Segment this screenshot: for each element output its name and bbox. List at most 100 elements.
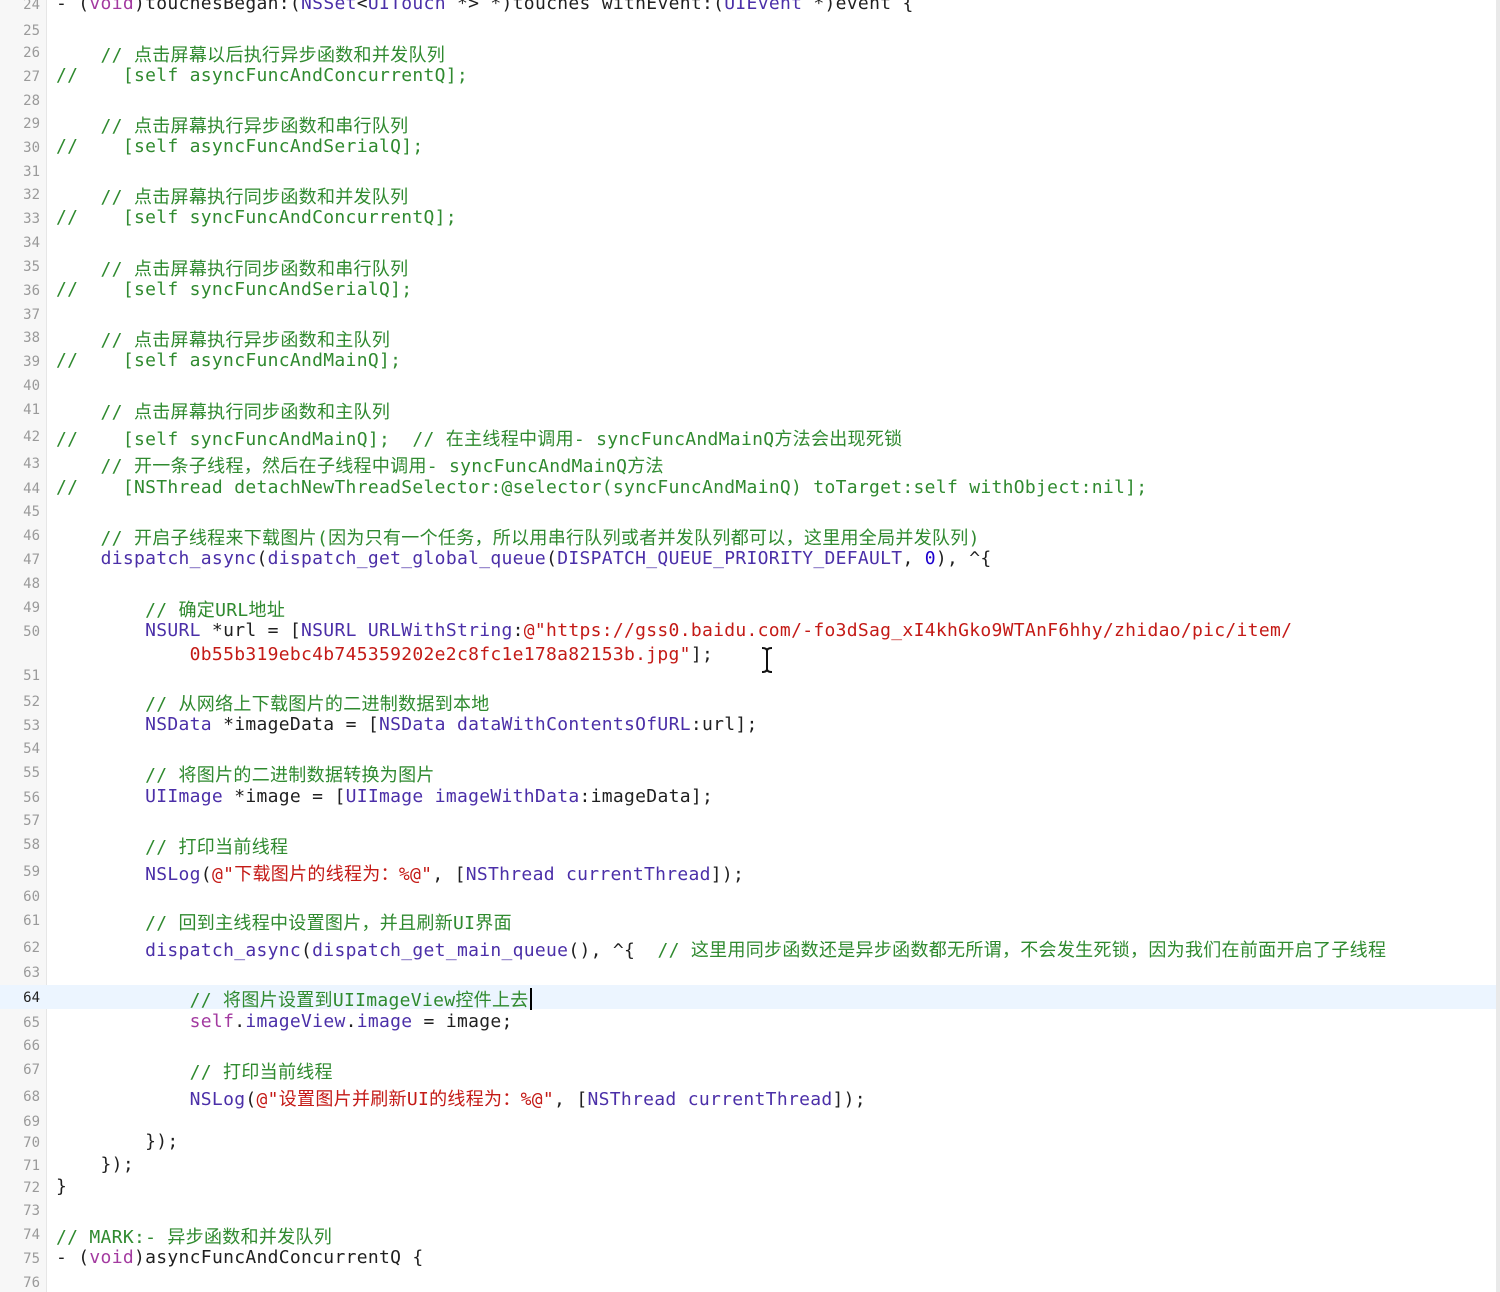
code-line[interactable]: 61 // 回到主线程中设置图片，并且刷新UI界面 [0, 908, 1496, 935]
code-text[interactable]: NSURL *url = [NSURL URLWithString:@"http… [56, 620, 1292, 641]
code-line[interactable]: 28 [0, 88, 1496, 112]
code-line[interactable]: 68 NSLog(@"设置图片并刷新UI的线程为：%@", [NSThread … [0, 1084, 1496, 1111]
code-line[interactable]: 30 // [self asyncFuncAndSerialQ]; [0, 135, 1496, 159]
code-token: )asyncFuncAndConcurrentQ { [133, 1247, 424, 1268]
line-number: 24 [23, 0, 40, 13]
code-text[interactable]: // 点击屏幕执行同步函数和主队列 [56, 398, 390, 424]
code-line[interactable]: 60 [0, 884, 1496, 908]
code-line[interactable]: 32 // 点击屏幕执行同步函数和并发队列 [0, 182, 1496, 208]
code-text[interactable]: self.imageView.image = image; [56, 1011, 513, 1032]
code-text[interactable]: // [self syncFuncAndMainQ]; // 在主线程中调用- … [56, 425, 902, 451]
code-line[interactable]: 36 // [self syncFuncAndSerialQ]; [0, 278, 1496, 302]
code-text[interactable]: } [56, 1176, 67, 1197]
code-token: *> *)touches withEvent:( [445, 0, 725, 14]
code-line[interactable]: 53 NSData *imageData = [NSData dataWithC… [0, 713, 1496, 737]
code-text[interactable]: // [self syncFuncAndSerialQ]; [56, 279, 412, 300]
code-line[interactable]: 24 - (void)touchesBegan:(NSSet<UITouch *>… [0, 0, 1496, 16]
line-number: 30 [23, 140, 40, 156]
code-token: imageView [245, 1011, 346, 1032]
code-line[interactable]: 44 // [NSThread detachNewThreadSelector:@… [0, 476, 1496, 500]
code-text[interactable]: NSLog(@"下载图片的线程为：%@", [NSThread currentT… [56, 860, 744, 886]
code-line[interactable]: 42 // [self syncFuncAndMainQ]; // 在主线程中调用… [0, 424, 1496, 451]
code-line[interactable]: 48 [0, 571, 1496, 595]
code-text[interactable]: - (void)touchesBegan:(NSSet<UITouch *> *… [56, 0, 914, 14]
code-text[interactable]: // [NSThread detachNewThreadSelector:@se… [56, 477, 1147, 498]
code-text[interactable]: NSData *imageData = [NSData dataWithCont… [56, 714, 758, 735]
code-line[interactable]: 27 // [self asyncFuncAndConcurrentQ]; [0, 64, 1496, 88]
line-number: 68 [23, 1089, 40, 1105]
code-text[interactable]: // [self asyncFuncAndSerialQ]; [56, 136, 424, 157]
code-line[interactable]: 51 [0, 663, 1496, 687]
code-text[interactable]: NSLog(@"设置图片并刷新UI的线程为：%@", [NSThread cur… [56, 1085, 866, 1111]
code-token: NSThread [465, 864, 555, 885]
code-line[interactable]: 58 // 打印当前线程 [0, 832, 1496, 859]
code-line[interactable]: 26 // 点击屏幕以后执行异步函数和并发队列 [0, 40, 1496, 66]
code-text[interactable]: - (void)asyncFuncAndConcurrentQ { [56, 1247, 424, 1268]
code-text[interactable]: dispatch_async(dispatch_get_main_queue()… [56, 936, 1386, 962]
code-token: dispatch_async [100, 548, 257, 569]
code-token: }); [56, 1131, 179, 1152]
code-line[interactable]: 33 // [self syncFuncAndConcurrentQ]; [0, 206, 1496, 230]
code-token: currentThread [687, 1089, 833, 1110]
code-text[interactable]: // [self syncFuncAndConcurrentQ]; [56, 207, 457, 228]
code-line[interactable]: 64 // 将图片设置到UIImageView控件上去 [0, 985, 1496, 1012]
code-line[interactable]: 76 [0, 1270, 1496, 1292]
code-line[interactable]: 39 // [self asyncFuncAndMainQ]; [0, 349, 1496, 373]
code-line[interactable]: 50 NSURL *url = [NSURL URLWithString:@"h… [0, 619, 1496, 643]
code-line[interactable]: 57 [0, 808, 1496, 832]
code-text[interactable]: dispatch_async(dispatch_get_global_queue… [56, 548, 992, 569]
code-line[interactable]: 55 // 将图片的二进制数据转换为图片 [0, 760, 1496, 787]
code-line[interactable]: 66 [0, 1033, 1496, 1057]
code-line[interactable]: 67 // 打印当前线程 [0, 1057, 1496, 1084]
code-token: // [self syncFuncAndSerialQ]; [56, 279, 413, 300]
code-line[interactable]: 73 [0, 1198, 1496, 1222]
code-line[interactable]: 31 [0, 159, 1496, 183]
code-line[interactable]: 65 self.imageView.image = image; [0, 1010, 1496, 1034]
code-text[interactable]: // 打印当前线程 [56, 1058, 333, 1084]
code-text[interactable]: 0b55b319ebc4b745359202e2c8fc1e178a82153b… [56, 644, 713, 665]
code-line[interactable]: 46 // 开启子线程来下载图片(因为只有一个任务，所以用串行队列或者并发队列都… [0, 523, 1496, 549]
code-line[interactable]: 54 [0, 736, 1496, 760]
code-text[interactable]: // 将图片的二进制数据转换为图片 [56, 761, 435, 787]
code-line[interactable]: 59 NSLog(@"下载图片的线程为：%@", [NSThread curre… [0, 859, 1496, 886]
code-text[interactable]: // 回到主线程中设置图片，并且刷新UI界面 [56, 909, 512, 935]
code-text[interactable]: // 开一条子线程，然后在子线程中调用- syncFuncAndMainQ方法 [56, 452, 664, 478]
code-line[interactable]: 37 [0, 302, 1496, 326]
code-line[interactable]: 52 // 从网络上下载图片的二进制数据到本地 [0, 689, 1496, 715]
code-line[interactable]: 38 // 点击屏幕执行异步函数和主队列 [0, 325, 1496, 351]
code-text[interactable]: }); [56, 1131, 179, 1152]
code-editor[interactable]: 24 - (void)touchesBegan:(NSSet<UITouch *>… [0, 0, 1500, 1292]
code-line[interactable]: 29 // 点击屏幕执行异步函数和串行队列 [0, 111, 1496, 137]
code-line[interactable]: 71 }); [0, 1153, 1496, 1177]
code-line[interactable]: 62 dispatch_async(dispatch_get_main_queu… [0, 935, 1496, 962]
code-text[interactable]: // [self asyncFuncAndConcurrentQ]; [56, 65, 468, 86]
code-line[interactable]: 70 }); [0, 1130, 1496, 1154]
code-token: . [345, 1011, 357, 1032]
code-line[interactable]: 63 [0, 960, 1496, 984]
code-line[interactable]: 45 [0, 499, 1496, 523]
code-line[interactable]: 25 [0, 18, 1496, 42]
code-token: 0b55b319ebc4b745359202e2c8fc1e178a82153b… [189, 644, 691, 665]
line-number: 33 [23, 211, 40, 227]
code-line[interactable]: 56 UIImage *image = [UIImage imageWithDa… [0, 785, 1496, 809]
code-line[interactable]: 72} [0, 1175, 1496, 1199]
code-line[interactable]: 43 // 开一条子线程，然后在子线程中调用- syncFuncAndMainQ… [0, 451, 1496, 478]
code-text[interactable]: UIImage *image = [UIImage imageWithData:… [56, 786, 713, 807]
code-line[interactable]: 34 [0, 230, 1496, 254]
code-line[interactable]: 49 // 确定URL地址 [0, 595, 1496, 621]
code-line[interactable]: 74 // MARK:- 异步函数和并发队列 [0, 1222, 1496, 1248]
code-text[interactable]: // 打印当前线程 [56, 833, 288, 859]
code-token: self [189, 1011, 235, 1032]
code-line[interactable]: 75 - (void)asyncFuncAndConcurrentQ { [0, 1246, 1496, 1270]
code-line[interactable]: 41 // 点击屏幕执行同步函数和主队列 [0, 397, 1496, 424]
code-token: :url]; [690, 714, 758, 735]
code-line[interactable]: 47 dispatch_async(dispatch_get_global_qu… [0, 547, 1496, 571]
code-line[interactable]: 40 [0, 373, 1496, 397]
code-text[interactable]: // 将图片设置到UIImageView控件上去 [56, 986, 532, 1012]
code-token: currentThread [566, 864, 711, 885]
code-line[interactable]: 35 // 点击屏幕执行同步函数和串行队列 [0, 254, 1496, 280]
code-text[interactable]: }); [56, 1154, 134, 1175]
code-text[interactable]: // [self asyncFuncAndMainQ]; [56, 350, 401, 371]
